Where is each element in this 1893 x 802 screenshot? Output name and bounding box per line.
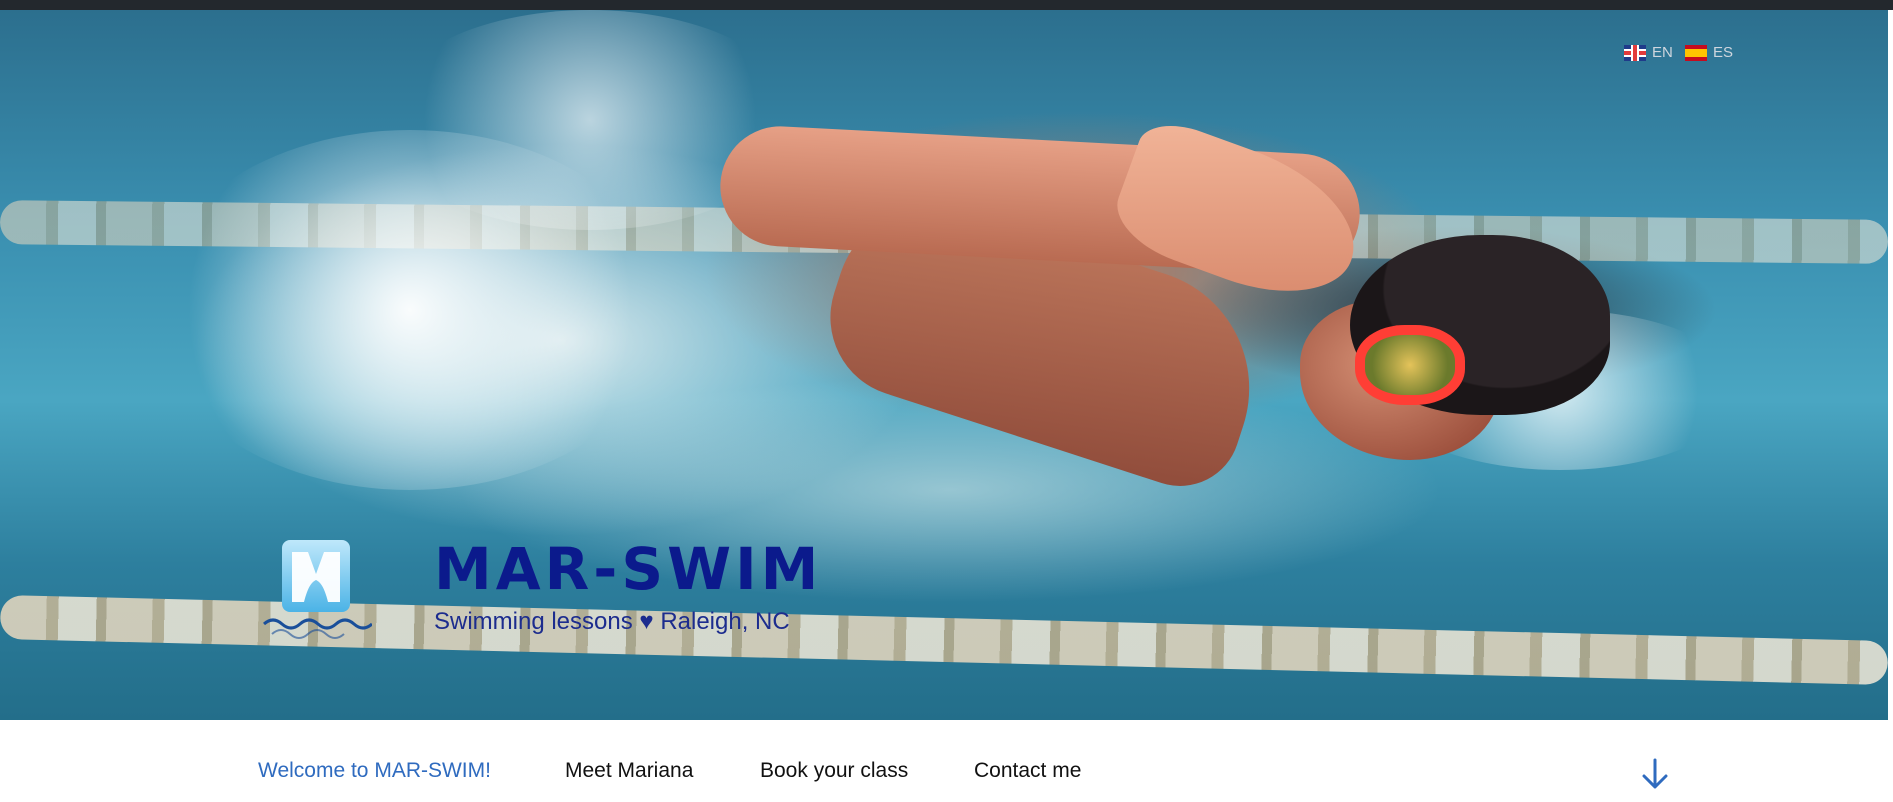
swimmer-goggles (1355, 325, 1465, 405)
language-en-label: EN (1652, 44, 1673, 61)
uk-flag-icon (1624, 44, 1646, 61)
spain-flag-icon (1685, 44, 1707, 61)
main-navigation: Welcome to MAR-SWIM! Meet Mariana Book y… (0, 720, 1893, 802)
site-logo-link[interactable] (262, 540, 373, 640)
site-tagline: Swimming lessons ♥ Raleigh, NC (434, 608, 790, 635)
top-admin-bar (0, 0, 1893, 10)
language-es-label: ES (1713, 44, 1734, 61)
site-title[interactable]: MAR-SWIM (434, 540, 822, 598)
language-es-link[interactable]: ES (1685, 44, 1733, 61)
arrow-down-icon (1642, 758, 1668, 789)
nav-item-meet-mariana[interactable]: Meet Mariana (565, 760, 693, 781)
nav-item-contact[interactable]: Contact me (974, 760, 1081, 781)
nav-item-book-class[interactable]: Book your class (760, 760, 908, 781)
scroll-down-button[interactable] (1640, 757, 1670, 791)
hero-header: EN ES MAR-SWIM Swimming lessons ♥ Raleig… (0, 10, 1888, 720)
language-en-link[interactable]: EN (1624, 44, 1673, 61)
mar-swim-logo-icon (263, 540, 373, 639)
nav-item-welcome[interactable]: Welcome to MAR-SWIM! (258, 760, 491, 781)
